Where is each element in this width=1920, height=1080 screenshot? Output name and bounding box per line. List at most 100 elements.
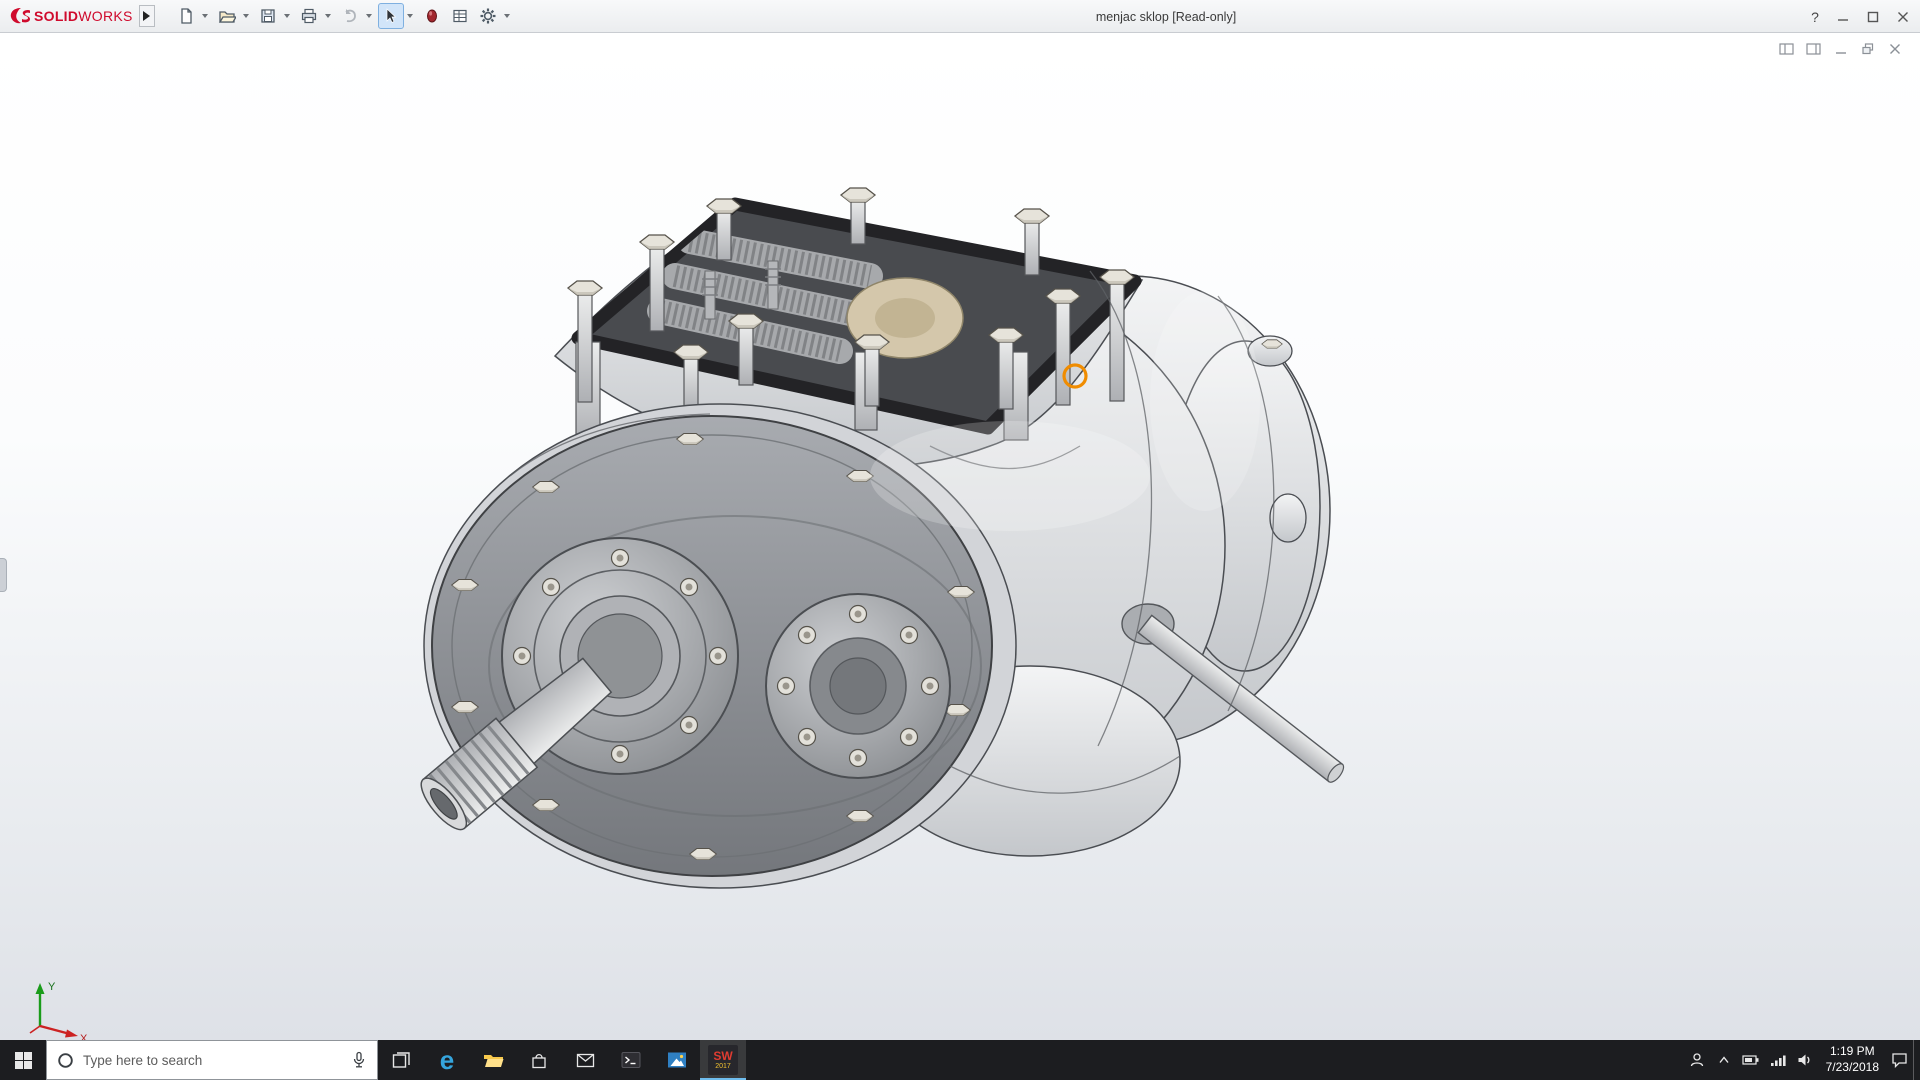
doc-minimize-button[interactable] (1832, 41, 1850, 57)
design-table-button[interactable] (447, 3, 473, 29)
options-dropdown[interactable] (504, 14, 510, 18)
people-icon (1689, 1052, 1705, 1068)
hidden-icons-button[interactable] (1711, 1040, 1738, 1080)
document-title: menjac sklop [Read-only] (1096, 0, 1236, 33)
system-tray: 1:19 PM 7/23/2018 (1684, 1040, 1920, 1080)
search-input[interactable] (83, 1053, 342, 1068)
network-icon (1770, 1054, 1786, 1067)
gear-icon (479, 7, 497, 25)
undo-button[interactable] (337, 3, 363, 29)
design-table-icon (451, 7, 469, 25)
axis-y-label: Y (48, 981, 56, 993)
document-window-controls (1778, 41, 1904, 57)
select-tool-button[interactable] (378, 3, 404, 29)
solidworks-app-icon: SW 2017 (708, 1045, 738, 1075)
task-view-button[interactable] (378, 1040, 424, 1080)
show-desktop-button[interactable] (1913, 1040, 1920, 1080)
doc-minimize-icon (1834, 42, 1848, 56)
action-center-icon (1891, 1052, 1908, 1068)
chevron-up-icon (1717, 1053, 1731, 1067)
photos-button[interactable] (654, 1040, 700, 1080)
new-document-icon (177, 7, 195, 25)
save-dropdown[interactable] (284, 14, 290, 18)
store-bag-icon (530, 1051, 548, 1070)
edge-icon: e (440, 1047, 454, 1073)
start-button[interactable] (0, 1040, 46, 1080)
select-dropdown[interactable] (407, 14, 413, 18)
gearbox-model[interactable] (390, 146, 1390, 921)
maximize-icon (1867, 11, 1879, 23)
appearance-ball-icon (423, 7, 441, 25)
solidworks-logo: SOLIDWORKS (0, 6, 139, 26)
main-toolbar (173, 3, 514, 29)
battery-button[interactable] (1738, 1040, 1765, 1080)
save-icon (259, 7, 277, 25)
desktop: SOLIDWORKS (0, 0, 1920, 1080)
axis-x-arrow (65, 1030, 78, 1038)
clock-date: 7/23/2018 (1826, 1060, 1879, 1076)
sw-tile-text: SW (713, 1050, 732, 1062)
appearance-button[interactable] (419, 3, 445, 29)
print-button[interactable] (296, 3, 322, 29)
network-button[interactable] (1765, 1040, 1792, 1080)
action-center-button[interactable] (1886, 1040, 1913, 1080)
menu-expand-button[interactable] (139, 5, 155, 27)
close-icon (1897, 11, 1909, 23)
options-button[interactable] (475, 3, 501, 29)
print-icon (300, 7, 318, 25)
mail-icon (576, 1053, 595, 1068)
edge-button[interactable]: e (424, 1040, 470, 1080)
previous-window-button[interactable] (1778, 41, 1796, 57)
sw-tile-year: 2017 (715, 1063, 731, 1070)
help-button[interactable]: ? (1802, 9, 1828, 25)
graphics-area[interactable]: Y X *Dimetric (0, 34, 1920, 1040)
volume-icon (1797, 1053, 1813, 1067)
doc-restore-button[interactable] (1859, 41, 1877, 57)
store-button[interactable] (516, 1040, 562, 1080)
photos-icon (667, 1051, 687, 1069)
doc-close-icon (1888, 42, 1902, 56)
file-explorer-icon (483, 1051, 504, 1069)
task-view-icon (392, 1051, 411, 1070)
open-dropdown[interactable] (243, 14, 249, 18)
console-button[interactable] (608, 1040, 654, 1080)
brand-works: WORKS (78, 8, 132, 24)
titlebar-controls: ? (1802, 0, 1918, 33)
microphone-icon[interactable] (351, 1051, 367, 1069)
taskbar-clock[interactable]: 1:19 PM 7/23/2018 (1819, 1040, 1886, 1080)
windows-taskbar: e (0, 1040, 1920, 1080)
solidworks-taskbar-button[interactable]: SW 2017 (700, 1040, 746, 1080)
axis-x-label: X (80, 1033, 88, 1040)
axis-y-arrow (36, 983, 45, 994)
people-button[interactable] (1684, 1040, 1711, 1080)
feature-panel-collapse-handle[interactable] (0, 558, 7, 592)
select-cursor-icon (382, 7, 400, 25)
new-document-button[interactable] (173, 3, 199, 29)
volume-button[interactable] (1792, 1040, 1819, 1080)
pane-right-icon (1806, 42, 1822, 56)
new-document-dropdown[interactable] (202, 14, 208, 18)
orientation-triad[interactable]: Y X (20, 976, 92, 1040)
pane-left-icon (1779, 42, 1795, 56)
cortana-icon (57, 1052, 74, 1069)
maximize-button[interactable] (1858, 5, 1888, 29)
open-icon (218, 7, 236, 25)
solidworks-wordmark: SOLIDWORKS (34, 8, 133, 24)
next-window-button[interactable] (1805, 41, 1823, 57)
titlebar: SOLIDWORKS (0, 0, 1920, 33)
battery-icon (1742, 1054, 1760, 1066)
taskbar-search[interactable] (46, 1040, 378, 1080)
clock-time: 1:19 PM (1830, 1044, 1875, 1060)
file-explorer-button[interactable] (470, 1040, 516, 1080)
open-button[interactable] (214, 3, 240, 29)
windows-logo-icon (15, 1052, 32, 1069)
close-button[interactable] (1888, 5, 1918, 29)
ds-logo-icon (8, 6, 32, 26)
undo-dropdown[interactable] (366, 14, 372, 18)
doc-close-button[interactable] (1886, 41, 1904, 57)
minimize-icon (1837, 11, 1849, 23)
mail-button[interactable] (562, 1040, 608, 1080)
print-dropdown[interactable] (325, 14, 331, 18)
save-button[interactable] (255, 3, 281, 29)
minimize-button[interactable] (1828, 5, 1858, 29)
